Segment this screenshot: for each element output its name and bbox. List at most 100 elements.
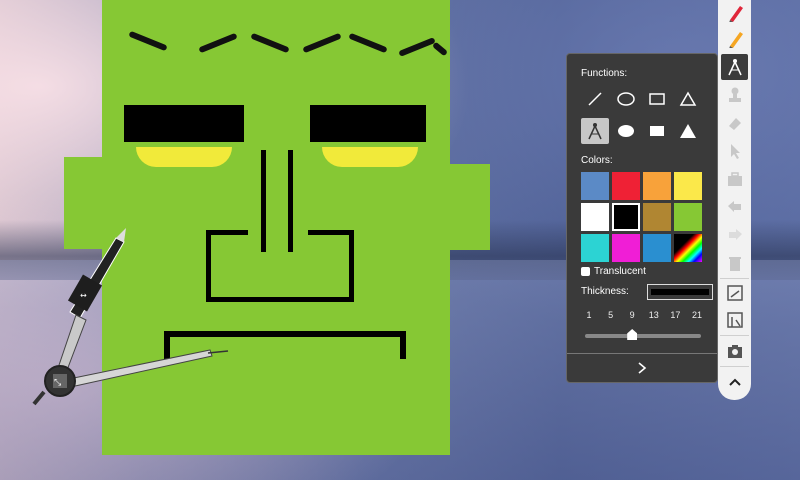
- thickness-slider[interactable]: [585, 329, 701, 340]
- redo-icon: [728, 229, 742, 240]
- right-eye-bar: [310, 105, 426, 142]
- color-swatch[interactable]: [674, 234, 702, 262]
- stamp-tool-button[interactable]: [721, 82, 748, 108]
- color-swatch[interactable]: [612, 234, 640, 262]
- clear-button[interactable]: [721, 250, 748, 276]
- toolbar-separator: [720, 335, 749, 336]
- screenshot-button[interactable]: [721, 338, 748, 364]
- triangle-filled-icon: [680, 124, 696, 138]
- line-icon: [588, 92, 602, 106]
- collapse-toolbar-button[interactable]: [721, 369, 748, 395]
- line-tool-button[interactable]: [581, 86, 609, 112]
- translucent-label: Translucent: [594, 266, 646, 277]
- translucent-toggle[interactable]: Translucent: [581, 266, 646, 277]
- ellipse-filled-icon: [618, 125, 634, 137]
- eraser-tool-button[interactable]: [721, 110, 748, 136]
- select-tool-button[interactable]: [721, 138, 748, 164]
- right-eye-yellow: [322, 147, 418, 167]
- toolbox-icon: [727, 172, 742, 186]
- rectangle-outline-icon: [649, 93, 665, 105]
- filled-ellipse-tool-button[interactable]: [612, 118, 640, 144]
- rectangle-filled-icon: [650, 126, 664, 136]
- move-icon: ↔: [80, 291, 87, 300]
- nose-right-line: [288, 150, 293, 252]
- eraser-icon: [728, 118, 741, 130]
- rectangle-tool-button[interactable]: [643, 86, 671, 112]
- left-eye-yellow: [136, 147, 232, 167]
- drawing-right-ear: [448, 164, 490, 250]
- color-swatch[interactable]: [612, 203, 640, 231]
- color-swatch[interactable]: [581, 234, 609, 262]
- whiteboard-icon: [726, 285, 743, 301]
- stitch-mark: [198, 32, 238, 54]
- thickness-tick-label: 13: [648, 310, 659, 320]
- pointer-icon: [730, 144, 740, 159]
- shapes-tool-button[interactable]: [721, 54, 748, 80]
- whiteboard-button[interactable]: [721, 280, 748, 306]
- undo-icon: [727, 201, 741, 212]
- left-eye-bar: [124, 105, 244, 142]
- mouth-right-tick: [400, 331, 406, 359]
- resize-arrows-icon: ⤡: [54, 378, 61, 388]
- nose-left-line: [261, 150, 266, 252]
- redo-button[interactable]: [721, 222, 748, 248]
- compass-icon: [727, 59, 742, 76]
- filled-rectangle-tool-button[interactable]: [643, 118, 671, 144]
- color-swatch[interactable]: [643, 203, 671, 231]
- thickness-row: Thickness:: [581, 284, 713, 300]
- nose-box-top-right: [308, 230, 354, 235]
- stitch-mark: [431, 41, 449, 57]
- stitch-mark: [348, 32, 388, 54]
- color-swatch[interactable]: [612, 172, 640, 200]
- ellipse-outline-icon: [617, 92, 635, 106]
- undo-button[interactable]: [721, 194, 748, 220]
- stitch-mark: [302, 32, 342, 54]
- thickness-label: Thickness:: [581, 286, 629, 297]
- trash-icon: [728, 257, 741, 271]
- color-swatch[interactable]: [581, 172, 609, 200]
- stamp-icon: [728, 87, 741, 102]
- toolbar-separator: [720, 366, 749, 367]
- triangle-tool-button[interactable]: [674, 86, 702, 112]
- chevron-right-icon: [638, 362, 647, 374]
- camera-icon: [727, 345, 742, 358]
- functions-label: Functions:: [581, 68, 628, 79]
- toolbar-separator: [720, 278, 749, 279]
- color-swatches: [581, 172, 703, 264]
- translucent-checkbox[interactable]: [581, 267, 590, 276]
- shape-settings-panel: Functions: Colors: Translucent Thickness…: [566, 53, 718, 383]
- highlighter-tool-button[interactable]: [721, 26, 748, 52]
- stitch-mark: [128, 30, 168, 52]
- panel-next-button[interactable]: [567, 353, 717, 382]
- toolbox-button[interactable]: [721, 166, 748, 192]
- filled-triangle-tool-button[interactable]: [674, 118, 702, 144]
- color-swatch[interactable]: [581, 203, 609, 231]
- pen-tool-button[interactable]: [721, 0, 748, 26]
- triangle-outline-icon: [679, 91, 697, 106]
- compass-tool[interactable]: ↔ ⤡: [20, 220, 240, 420]
- vertical-toolbar: [718, 0, 751, 400]
- color-swatch[interactable]: [674, 203, 702, 231]
- highlighter-icon: [728, 32, 743, 48]
- compass-tool-button[interactable]: [581, 118, 609, 144]
- color-swatch[interactable]: [643, 172, 671, 200]
- compass-icon: [588, 123, 602, 140]
- desktop-draw-button[interactable]: [721, 307, 748, 333]
- thickness-slider-knob[interactable]: [627, 329, 638, 340]
- color-swatch[interactable]: [643, 234, 671, 262]
- thickness-preview: [647, 284, 713, 300]
- thickness-tick-label: 17: [670, 310, 681, 320]
- colors-label: Colors:: [581, 155, 613, 166]
- thickness-ticks: 1 5 9 13 17 21: [581, 310, 705, 324]
- thickness-tick-label: 1: [586, 310, 592, 320]
- compass-icon: ↔ ⤡: [32, 228, 229, 406]
- stitch-mark: [250, 32, 290, 54]
- stitch-mark: [398, 37, 436, 57]
- thickness-tick-label: 21: [691, 310, 703, 320]
- desktop-draw-icon: [726, 312, 743, 328]
- thickness-tick-label: 5: [608, 310, 614, 320]
- color-swatch[interactable]: [674, 172, 702, 200]
- ellipse-tool-button[interactable]: [612, 86, 640, 112]
- pen-icon: [728, 6, 743, 22]
- nose-box-right: [349, 230, 354, 302]
